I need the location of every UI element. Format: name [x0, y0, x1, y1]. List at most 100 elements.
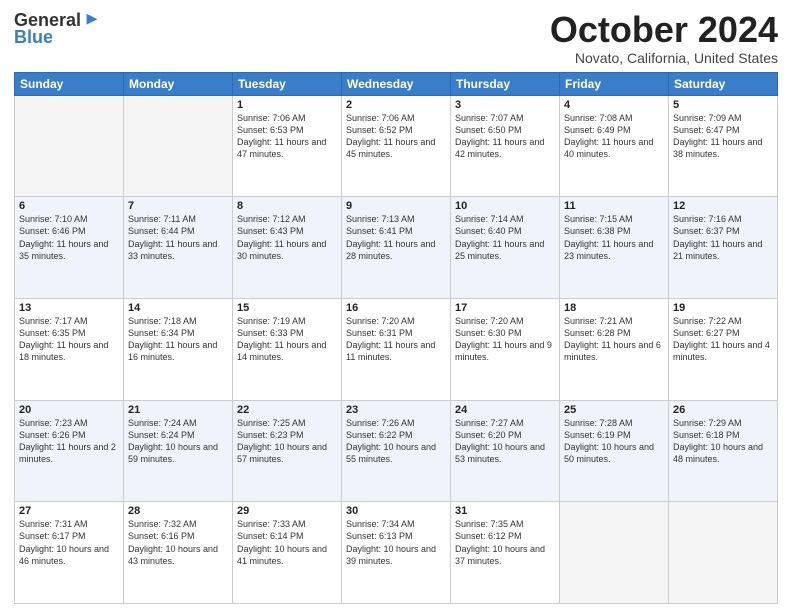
day-info: Sunrise: 7:09 AM Sunset: 6:47 PM Dayligh…: [673, 112, 773, 161]
title-month: October 2024: [550, 10, 778, 50]
day-cell: 11Sunrise: 7:15 AM Sunset: 6:38 PM Dayli…: [560, 197, 669, 299]
day-cell: [124, 95, 233, 197]
day-cell: 26Sunrise: 7:29 AM Sunset: 6:18 PM Dayli…: [669, 400, 778, 502]
day-number: 24: [455, 404, 555, 416]
day-cell: [669, 502, 778, 604]
day-number: 7: [128, 200, 228, 212]
day-cell: 7Sunrise: 7:11 AM Sunset: 6:44 PM Daylig…: [124, 197, 233, 299]
day-number: 14: [128, 302, 228, 314]
day-info: Sunrise: 7:27 AM Sunset: 6:20 PM Dayligh…: [455, 417, 555, 466]
day-number: 20: [19, 404, 119, 416]
day-cell: 2Sunrise: 7:06 AM Sunset: 6:52 PM Daylig…: [342, 95, 451, 197]
day-info: Sunrise: 7:17 AM Sunset: 6:35 PM Dayligh…: [19, 315, 119, 364]
day-cell: 24Sunrise: 7:27 AM Sunset: 6:20 PM Dayli…: [451, 400, 560, 502]
day-info: Sunrise: 7:19 AM Sunset: 6:33 PM Dayligh…: [237, 315, 337, 364]
day-cell: 18Sunrise: 7:21 AM Sunset: 6:28 PM Dayli…: [560, 298, 669, 400]
day-number: 13: [19, 302, 119, 314]
day-cell: 21Sunrise: 7:24 AM Sunset: 6:24 PM Dayli…: [124, 400, 233, 502]
day-cell: 10Sunrise: 7:14 AM Sunset: 6:40 PM Dayli…: [451, 197, 560, 299]
title-block: October 2024 Novato, California, United …: [550, 10, 778, 66]
header-tuesday: Tuesday: [233, 72, 342, 95]
day-info: Sunrise: 7:11 AM Sunset: 6:44 PM Dayligh…: [128, 213, 228, 262]
day-cell: 9Sunrise: 7:13 AM Sunset: 6:41 PM Daylig…: [342, 197, 451, 299]
day-info: Sunrise: 7:12 AM Sunset: 6:43 PM Dayligh…: [237, 213, 337, 262]
day-number: 22: [237, 404, 337, 416]
header-thursday: Thursday: [451, 72, 560, 95]
logo: General Blue: [14, 10, 101, 48]
day-info: Sunrise: 7:06 AM Sunset: 6:52 PM Dayligh…: [346, 112, 446, 161]
day-cell: 19Sunrise: 7:22 AM Sunset: 6:27 PM Dayli…: [669, 298, 778, 400]
page: General Blue October 2024 Novato, Califo…: [0, 0, 792, 612]
day-number: 25: [564, 404, 664, 416]
header: General Blue October 2024 Novato, Califo…: [14, 10, 778, 66]
day-number: 1: [237, 99, 337, 111]
day-info: Sunrise: 7:35 AM Sunset: 6:12 PM Dayligh…: [455, 518, 555, 567]
day-info: Sunrise: 7:25 AM Sunset: 6:23 PM Dayligh…: [237, 417, 337, 466]
header-monday: Monday: [124, 72, 233, 95]
day-number: 5: [673, 99, 773, 111]
day-cell: 15Sunrise: 7:19 AM Sunset: 6:33 PM Dayli…: [233, 298, 342, 400]
day-info: Sunrise: 7:32 AM Sunset: 6:16 PM Dayligh…: [128, 518, 228, 567]
calendar-header-row: Sunday Monday Tuesday Wednesday Thursday…: [15, 72, 778, 95]
day-info: Sunrise: 7:13 AM Sunset: 6:41 PM Dayligh…: [346, 213, 446, 262]
day-cell: [15, 95, 124, 197]
day-cell: 23Sunrise: 7:26 AM Sunset: 6:22 PM Dayli…: [342, 400, 451, 502]
day-number: 4: [564, 99, 664, 111]
day-info: Sunrise: 7:33 AM Sunset: 6:14 PM Dayligh…: [237, 518, 337, 567]
day-number: 11: [564, 200, 664, 212]
day-number: 12: [673, 200, 773, 212]
day-number: 31: [455, 505, 555, 517]
day-cell: 5Sunrise: 7:09 AM Sunset: 6:47 PM Daylig…: [669, 95, 778, 197]
day-number: 26: [673, 404, 773, 416]
day-info: Sunrise: 7:24 AM Sunset: 6:24 PM Dayligh…: [128, 417, 228, 466]
day-number: 10: [455, 200, 555, 212]
day-number: 6: [19, 200, 119, 212]
day-info: Sunrise: 7:20 AM Sunset: 6:31 PM Dayligh…: [346, 315, 446, 364]
day-cell: 27Sunrise: 7:31 AM Sunset: 6:17 PM Dayli…: [15, 502, 124, 604]
day-info: Sunrise: 7:20 AM Sunset: 6:30 PM Dayligh…: [455, 315, 555, 364]
day-info: Sunrise: 7:34 AM Sunset: 6:13 PM Dayligh…: [346, 518, 446, 567]
day-number: 2: [346, 99, 446, 111]
day-number: 15: [237, 302, 337, 314]
day-number: 27: [19, 505, 119, 517]
day-number: 8: [237, 200, 337, 212]
day-info: Sunrise: 7:06 AM Sunset: 6:53 PM Dayligh…: [237, 112, 337, 161]
day-cell: 4Sunrise: 7:08 AM Sunset: 6:49 PM Daylig…: [560, 95, 669, 197]
day-cell: 31Sunrise: 7:35 AM Sunset: 6:12 PM Dayli…: [451, 502, 560, 604]
title-location: Novato, California, United States: [550, 50, 778, 66]
week-row-5: 27Sunrise: 7:31 AM Sunset: 6:17 PM Dayli…: [15, 502, 778, 604]
day-cell: 6Sunrise: 7:10 AM Sunset: 6:46 PM Daylig…: [15, 197, 124, 299]
week-row-1: 1Sunrise: 7:06 AM Sunset: 6:53 PM Daylig…: [15, 95, 778, 197]
day-number: 3: [455, 99, 555, 111]
day-number: 21: [128, 404, 228, 416]
day-cell: 30Sunrise: 7:34 AM Sunset: 6:13 PM Dayli…: [342, 502, 451, 604]
day-number: 17: [455, 302, 555, 314]
week-row-4: 20Sunrise: 7:23 AM Sunset: 6:26 PM Dayli…: [15, 400, 778, 502]
day-number: 18: [564, 302, 664, 314]
day-number: 30: [346, 505, 446, 517]
day-info: Sunrise: 7:23 AM Sunset: 6:26 PM Dayligh…: [19, 417, 119, 466]
day-number: 19: [673, 302, 773, 314]
day-cell: 8Sunrise: 7:12 AM Sunset: 6:43 PM Daylig…: [233, 197, 342, 299]
day-cell: [560, 502, 669, 604]
day-cell: 17Sunrise: 7:20 AM Sunset: 6:30 PM Dayli…: [451, 298, 560, 400]
day-info: Sunrise: 7:29 AM Sunset: 6:18 PM Dayligh…: [673, 417, 773, 466]
day-info: Sunrise: 7:10 AM Sunset: 6:46 PM Dayligh…: [19, 213, 119, 262]
day-cell: 13Sunrise: 7:17 AM Sunset: 6:35 PM Dayli…: [15, 298, 124, 400]
day-cell: 1Sunrise: 7:06 AM Sunset: 6:53 PM Daylig…: [233, 95, 342, 197]
day-cell: 3Sunrise: 7:07 AM Sunset: 6:50 PM Daylig…: [451, 95, 560, 197]
day-info: Sunrise: 7:22 AM Sunset: 6:27 PM Dayligh…: [673, 315, 773, 364]
week-row-3: 13Sunrise: 7:17 AM Sunset: 6:35 PM Dayli…: [15, 298, 778, 400]
logo-flag-icon: [83, 12, 101, 30]
logo-blue: Blue: [14, 27, 53, 48]
day-info: Sunrise: 7:18 AM Sunset: 6:34 PM Dayligh…: [128, 315, 228, 364]
day-number: 16: [346, 302, 446, 314]
day-cell: 16Sunrise: 7:20 AM Sunset: 6:31 PM Dayli…: [342, 298, 451, 400]
day-cell: 22Sunrise: 7:25 AM Sunset: 6:23 PM Dayli…: [233, 400, 342, 502]
day-cell: 25Sunrise: 7:28 AM Sunset: 6:19 PM Dayli…: [560, 400, 669, 502]
day-info: Sunrise: 7:21 AM Sunset: 6:28 PM Dayligh…: [564, 315, 664, 364]
day-info: Sunrise: 7:14 AM Sunset: 6:40 PM Dayligh…: [455, 213, 555, 262]
day-cell: 29Sunrise: 7:33 AM Sunset: 6:14 PM Dayli…: [233, 502, 342, 604]
header-friday: Friday: [560, 72, 669, 95]
day-number: 23: [346, 404, 446, 416]
